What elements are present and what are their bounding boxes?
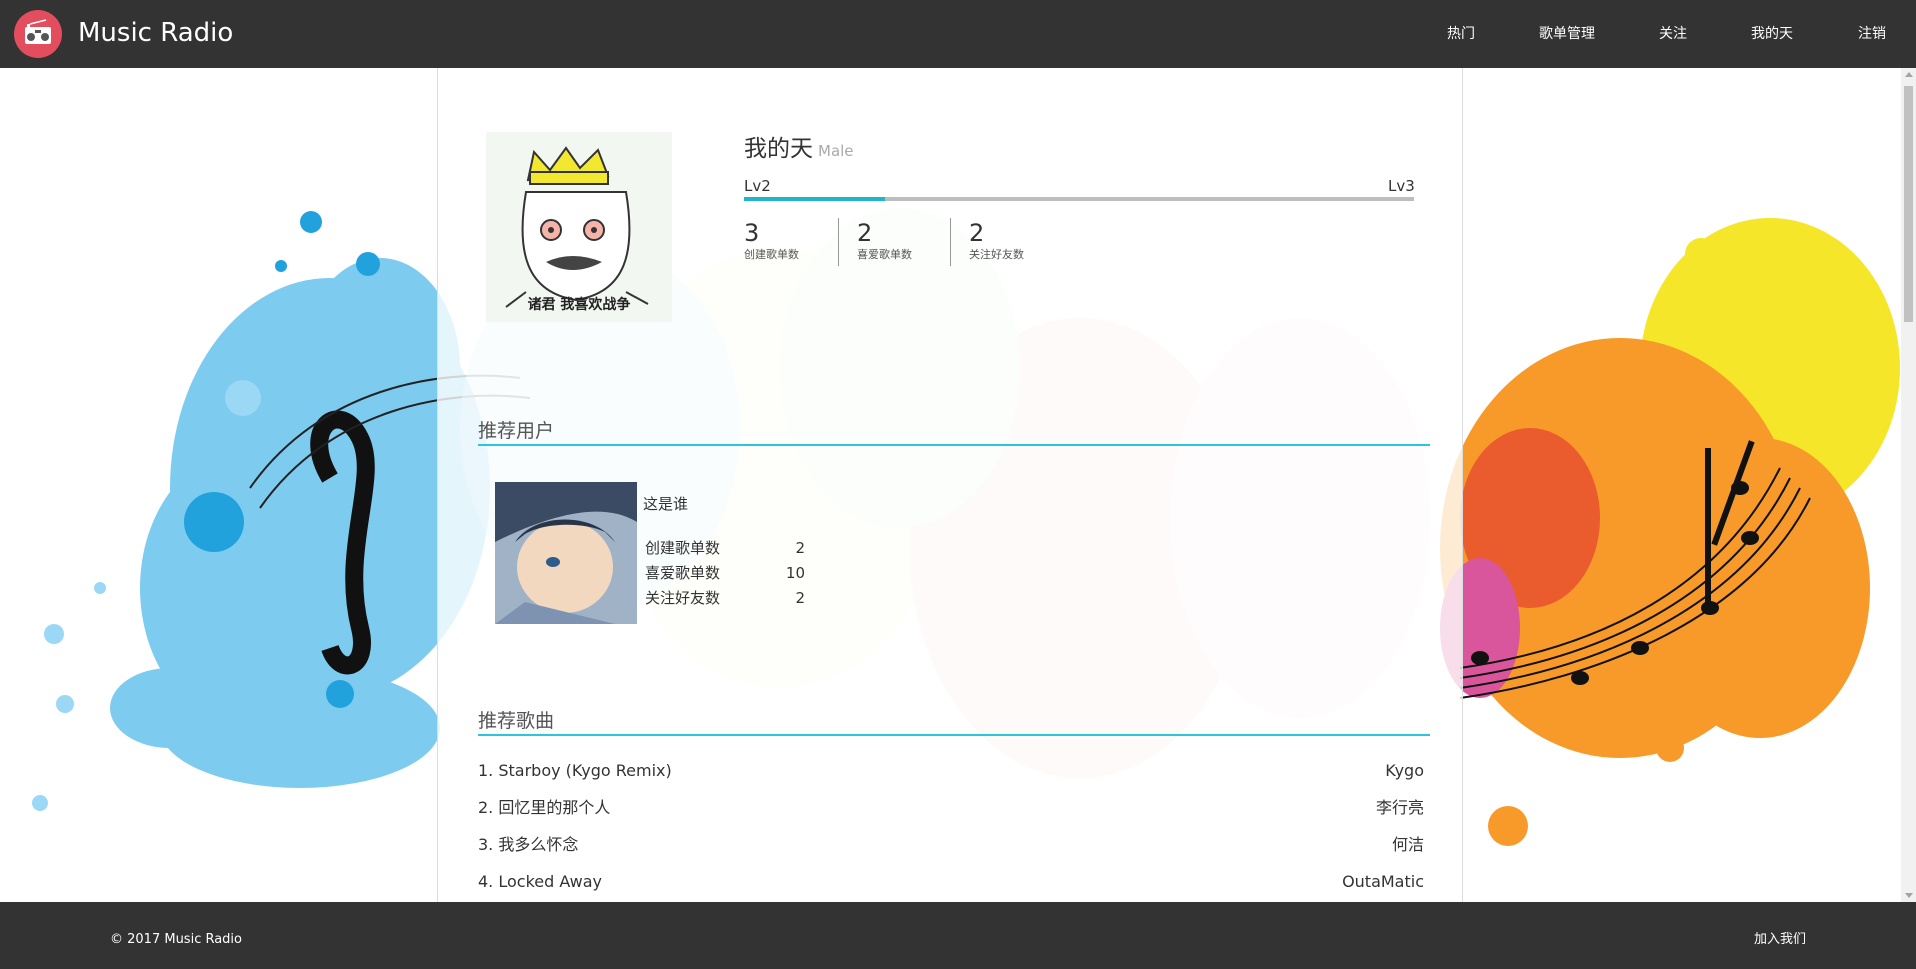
brand-title[interactable]: Music Radio [78, 16, 233, 50]
scroll-down-arrow-icon[interactable] [1905, 893, 1913, 898]
level-progress-fill [744, 197, 885, 201]
song-item[interactable]: 3. 我多么怀念 何洁 [478, 834, 1424, 856]
user-avatar[interactable]: 诸君 我喜欢战争 [486, 132, 672, 322]
page-footer: © 2017 Music Radio 加入我们 [0, 902, 1916, 969]
profile-username: 我的天 [744, 136, 813, 162]
song-artist[interactable]: 李行亮 [1376, 797, 1424, 819]
recommended-user-stat: 关注好友数 2 [645, 588, 805, 608]
level-current: Lv2 [744, 177, 771, 195]
recommended-user-name[interactable]: 这是谁 [643, 494, 688, 514]
stat-divider [838, 218, 839, 266]
footer-copyright: © 2017 Music Radio [110, 932, 242, 947]
stat-label: 关注好友数 [645, 589, 721, 607]
top-navbar: Music Radio 热门 歌单管理 关注 我的天 注销 [0, 0, 1916, 68]
avatar-caption: 诸君 我喜欢战争 [527, 297, 631, 313]
section-divider [478, 444, 1430, 446]
scroll-up-arrow-icon[interactable] [1905, 72, 1913, 77]
radio-logo-icon[interactable] [14, 10, 62, 58]
stat-following[interactable]: 2 关注好友数 [969, 218, 1079, 268]
song-item[interactable]: 2. 回忆里的那个人 李行亮 [478, 797, 1424, 819]
song-title[interactable]: 4. Locked Away [478, 872, 602, 891]
profile-gender: Male [818, 142, 854, 160]
recommended-user-stat: 创建歌单数 2 [645, 538, 805, 558]
footer-join-link[interactable]: 加入我们 [1754, 931, 1806, 949]
song-title[interactable]: 1. Starboy (Kygo Remix) [478, 761, 672, 780]
recommended-user-stat: 喜爱歌单数 10 [645, 563, 805, 583]
stat-value: 10 [785, 564, 805, 582]
stat-value: 2 [795, 589, 805, 607]
section-title-recommended-songs: 推荐歌曲 [478, 710, 555, 732]
anime-boy-avatar-icon [495, 482, 637, 624]
song-title[interactable]: 3. 我多么怀念 [478, 835, 578, 854]
stat-divider [950, 218, 951, 266]
page-scrollbar[interactable] [1901, 68, 1916, 902]
nav-my-profile[interactable]: 我的天 [1751, 24, 1793, 44]
song-item[interactable]: 1. Starboy (Kygo Remix) Kygo [478, 760, 1424, 782]
nav-follow[interactable]: 关注 [1659, 24, 1687, 44]
scroll-thumb[interactable] [1904, 86, 1913, 322]
anime-girl-crown-avatar-icon [505, 146, 649, 308]
stat-label: 关注好友数 [969, 248, 1024, 261]
song-title[interactable]: 2. 回忆里的那个人 [478, 798, 610, 817]
stat-label: 喜爱歌单数 [645, 564, 721, 582]
song-artist[interactable]: OutaMatic [1342, 871, 1424, 893]
section-title-recommended-users: 推荐用户 [478, 420, 555, 442]
stat-label: 创建歌单数 [645, 539, 721, 557]
stat-value: 2 [795, 539, 805, 557]
level-progress-bar [744, 197, 1414, 201]
song-artist[interactable]: Kygo [1385, 760, 1424, 782]
nav-logout[interactable]: 注销 [1858, 24, 1886, 44]
stat-value: 2 [969, 219, 985, 247]
song-artist[interactable]: 何洁 [1392, 834, 1424, 856]
recommended-user-avatar[interactable] [495, 482, 637, 624]
profile-panel: 诸君 我喜欢战争 我的天 Male Lv2 Lv3 3 创建歌单数 2 喜爱歌单… [437, 68, 1463, 902]
section-divider [478, 734, 1430, 736]
nav-hot[interactable]: 热门 [1447, 24, 1475, 44]
nav-playlist-manage[interactable]: 歌单管理 [1539, 24, 1595, 44]
song-item[interactable]: 4. Locked Away OutaMatic [478, 871, 1424, 893]
level-next: Lv3 [1388, 177, 1415, 195]
